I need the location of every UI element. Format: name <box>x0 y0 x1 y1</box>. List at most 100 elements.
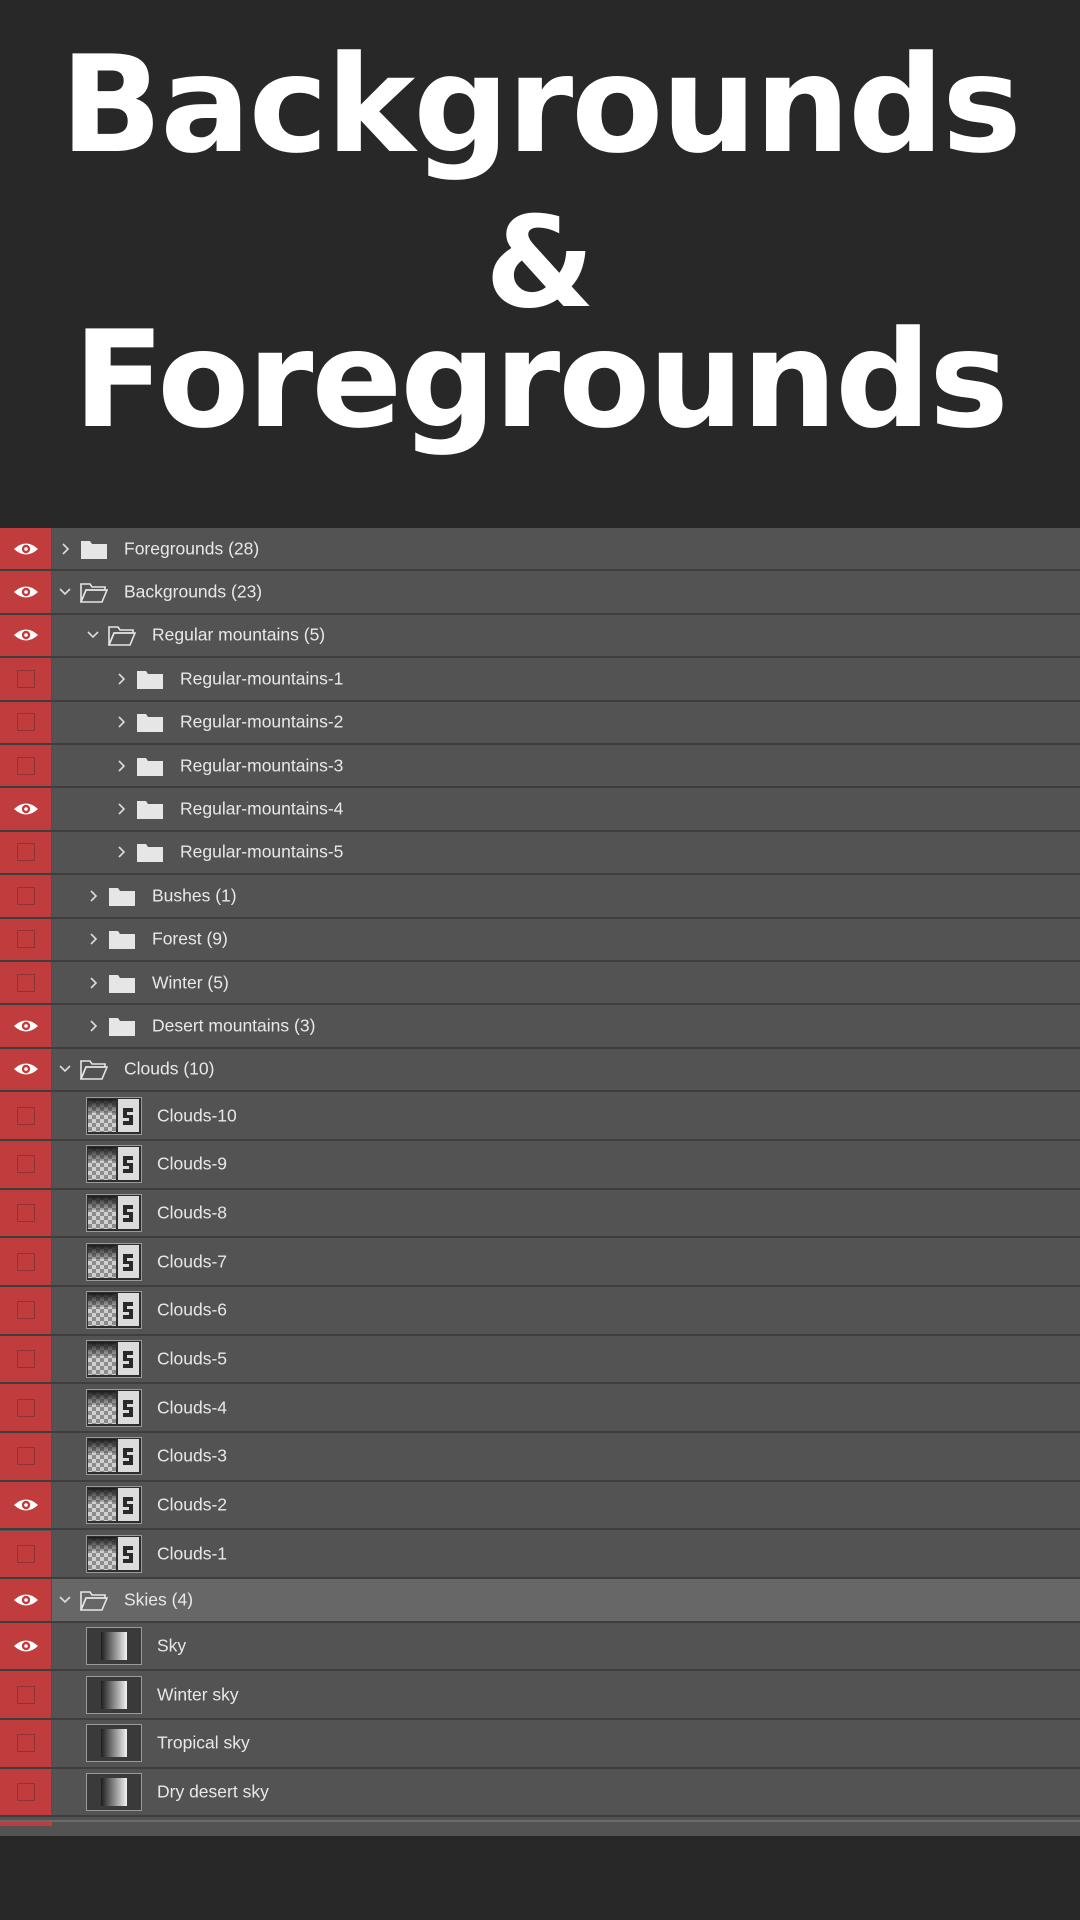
layer-row[interactable]: Clouds-3 <box>0 1433 1080 1482</box>
cloud-shade <box>88 1390 116 1405</box>
visibility-empty-box[interactable] <box>17 669 35 688</box>
eye-icon[interactable] <box>13 1018 39 1034</box>
visibility-toggle[interactable] <box>0 875 52 917</box>
chevron-icon[interactable] <box>114 715 128 729</box>
chevron-icon[interactable] <box>86 1019 100 1033</box>
layer-row[interactable]: Winter (5) <box>0 962 1080 1006</box>
layer-row[interactable]: Clouds-10 <box>0 1092 1080 1141</box>
layer-row[interactable]: Regular-mountains-4 <box>0 788 1080 832</box>
visibility-toggle[interactable] <box>0 831 52 874</box>
visibility-toggle[interactable] <box>0 528 52 570</box>
visibility-toggle[interactable] <box>0 1384 52 1432</box>
visibility-toggle[interactable] <box>0 1768 52 1816</box>
visibility-toggle[interactable] <box>0 1140 52 1188</box>
layer-row[interactable]: Dry desert sky <box>0 1768 1080 1818</box>
layer-row[interactable]: Tropical sky <box>0 1720 1080 1769</box>
layer-row[interactable]: Skies (4) <box>0 1579 1080 1623</box>
visibility-toggle[interactable] <box>0 962 52 1004</box>
layer-row[interactable]: Backgrounds (23) <box>0 571 1080 615</box>
layer-row[interactable]: Desert mountains (3) <box>0 1005 1080 1049</box>
layer-row[interactable]: Clouds-2 <box>0 1481 1080 1531</box>
visibility-toggle[interactable] <box>0 614 52 657</box>
visibility-empty-box[interactable] <box>17 886 35 905</box>
chevron-icon[interactable] <box>114 672 128 686</box>
visibility-toggle[interactable] <box>0 1189 52 1237</box>
chevron-icon[interactable] <box>86 932 100 946</box>
visibility-empty-box[interactable] <box>17 1734 35 1753</box>
eye-icon[interactable] <box>13 541 39 557</box>
eye-icon[interactable] <box>13 627 39 643</box>
chevron-icon[interactable] <box>86 976 100 990</box>
visibility-empty-box[interactable] <box>17 1155 35 1174</box>
chevron-icon[interactable] <box>58 585 72 599</box>
visibility-toggle[interactable] <box>0 1287 52 1334</box>
visibility-toggle[interactable] <box>0 1720 52 1767</box>
visibility-toggle[interactable] <box>0 1481 52 1529</box>
chevron-icon[interactable] <box>114 759 128 773</box>
visibility-toggle[interactable] <box>0 701 52 743</box>
visibility-empty-box[interactable] <box>17 1685 35 1704</box>
visibility-empty-box[interactable] <box>17 930 35 949</box>
layer-name: Clouds-2 <box>157 1494 228 1515</box>
layer-row[interactable]: Regular mountains (5) <box>0 614 1080 659</box>
layer-row[interactable]: Regular-mountains-3 <box>0 745 1080 789</box>
eye-icon[interactable] <box>13 1497 39 1513</box>
layer-row[interactable]: Clouds-5 <box>0 1335 1080 1385</box>
visibility-toggle[interactable] <box>0 1238 52 1285</box>
visibility-empty-box[interactable] <box>17 1447 35 1466</box>
visibility-toggle[interactable] <box>0 658 52 700</box>
chevron-icon[interactable] <box>58 1062 72 1076</box>
chevron-icon[interactable] <box>86 628 100 642</box>
visibility-empty-box[interactable] <box>17 1203 35 1222</box>
eye-icon[interactable] <box>13 1638 39 1654</box>
visibility-toggle[interactable] <box>0 1579 52 1621</box>
visibility-toggle[interactable] <box>0 1671 52 1718</box>
visibility-empty-box[interactable] <box>17 843 35 862</box>
layer-row[interactable]: Regular-mountains-1 <box>0 658 1080 702</box>
visibility-toggle[interactable] <box>0 745 52 787</box>
chevron-icon[interactable] <box>58 1593 72 1607</box>
visibility-empty-box[interactable] <box>17 1783 35 1802</box>
visibility-empty-box[interactable] <box>17 1350 35 1369</box>
eye-icon[interactable] <box>13 1061 39 1077</box>
layer-row[interactable]: Foregrounds (28) <box>0 528 1080 572</box>
layer-row[interactable]: Clouds-1 <box>0 1530 1080 1580</box>
eye-icon[interactable] <box>13 1592 39 1608</box>
visibility-empty-box[interactable] <box>17 1252 35 1271</box>
visibility-empty-box[interactable] <box>17 1398 35 1417</box>
layer-row[interactable]: Clouds-8 <box>0 1189 1080 1239</box>
layer-row[interactable]: Clouds-9 <box>0 1140 1080 1190</box>
visibility-empty-box[interactable] <box>17 713 35 732</box>
layer-row[interactable]: Clouds-6 <box>0 1287 1080 1336</box>
visibility-toggle[interactable] <box>0 1092 52 1139</box>
chevron-icon[interactable] <box>114 845 128 859</box>
eye-icon[interactable] <box>13 801 39 817</box>
visibility-empty-box[interactable] <box>17 973 35 992</box>
layer-row[interactable]: Regular-mountains-2 <box>0 701 1080 745</box>
visibility-toggle[interactable] <box>0 918 52 960</box>
visibility-empty-box[interactable] <box>17 1544 35 1563</box>
visibility-toggle[interactable] <box>0 1335 52 1383</box>
chevron-icon[interactable] <box>58 542 72 556</box>
visibility-empty-box[interactable] <box>17 1301 35 1320</box>
layer-row[interactable]: Clouds-4 <box>0 1384 1080 1434</box>
layer-row[interactable]: Clouds (10) <box>0 1048 1080 1093</box>
eye-icon[interactable] <box>13 584 39 600</box>
visibility-toggle[interactable] <box>0 1433 52 1480</box>
visibility-toggle[interactable] <box>0 788 52 830</box>
layer-row[interactable]: Winter sky <box>0 1671 1080 1720</box>
visibility-toggle[interactable] <box>0 1048 52 1091</box>
layer-row[interactable]: Regular-mountains-5 <box>0 831 1080 876</box>
layer-row[interactable]: Clouds-7 <box>0 1238 1080 1287</box>
visibility-empty-box[interactable] <box>17 756 35 775</box>
visibility-toggle[interactable] <box>0 1005 52 1047</box>
chevron-icon[interactable] <box>114 802 128 816</box>
chevron-icon[interactable] <box>86 889 100 903</box>
visibility-empty-box[interactable] <box>17 1106 35 1125</box>
visibility-toggle[interactable] <box>0 571 52 613</box>
visibility-toggle[interactable] <box>0 1622 52 1670</box>
layer-row[interactable]: Bushes (1) <box>0 875 1080 919</box>
visibility-toggle[interactable] <box>0 1530 52 1578</box>
layer-row[interactable]: Forest (9) <box>0 918 1080 962</box>
layer-row[interactable]: Sky <box>0 1622 1080 1672</box>
